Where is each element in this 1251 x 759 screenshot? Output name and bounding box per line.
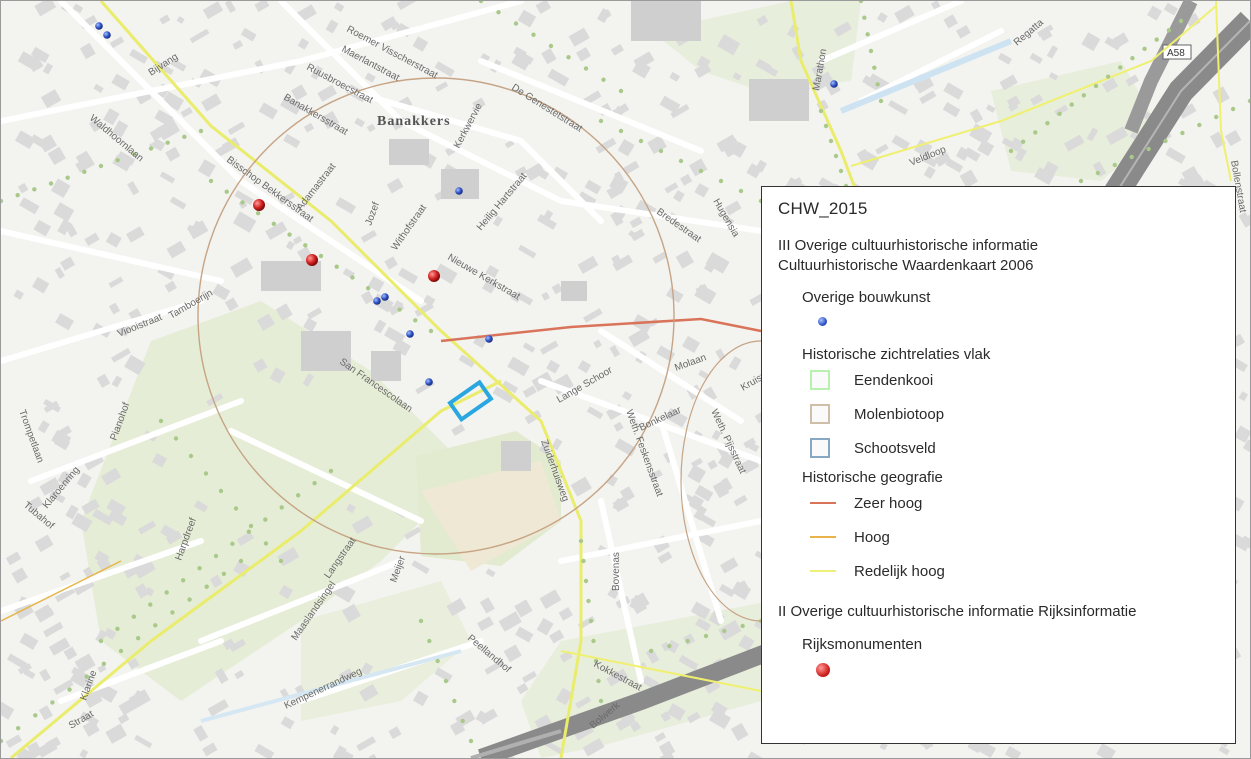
overige-bouwkunst-marker[interactable] [95, 22, 103, 30]
legend-rijksmonumenten-label: Rijksmonumenten [802, 636, 923, 653]
blue-dot-icon [818, 316, 827, 326]
legend-row-label: Zeer hoog [854, 494, 923, 512]
legend-historische-geografie-label: Historische geografie [802, 469, 943, 486]
rijksmonument-marker[interactable] [306, 254, 318, 266]
street-label: Kerkwervie [452, 101, 485, 150]
map-frame[interactable]: A58 Banakkers Bijvang Waldhoornlaan Roem… [0, 0, 1251, 759]
overige-bouwkunst-marker[interactable] [830, 80, 838, 88]
street-label: Bisschop Bekkersstraat [224, 155, 315, 225]
line-swatch-icon [810, 502, 836, 504]
legend-group-1-line-1: III Overige cultuurhistorische informati… [778, 237, 1039, 254]
road-shield-a58: A58 [1167, 48, 1185, 59]
overige-bouwkunst-marker[interactable] [381, 293, 389, 301]
fill-swatch-icon [810, 404, 830, 424]
fill-swatch-icon [810, 370, 830, 390]
overige-bouwkunst-marker[interactable] [103, 31, 111, 39]
legend-group-1-line-2: Cultuurhistorische Waardenkaart 2006 [778, 257, 1034, 274]
line-swatch-icon [810, 570, 836, 572]
line-swatch-icon [810, 536, 836, 538]
street-label: Molaan [673, 352, 708, 374]
legend-panel: CHW_2015 III Overige cultuurhistorische … [761, 186, 1236, 744]
street-label: Tamboerijn [167, 288, 215, 322]
street-label: Jozef [363, 201, 382, 227]
overige-bouwkunst-marker[interactable] [425, 378, 433, 386]
legend-overige-bouwkunst-label: Overige bouwkunst [802, 289, 931, 306]
legend-row-label: Molenbiotoop [854, 405, 945, 423]
rijksmonument-marker[interactable] [428, 270, 440, 282]
street-label: Withofstraat [389, 203, 429, 253]
overige-bouwkunst-marker[interactable] [373, 297, 381, 305]
fill-swatch-icon [810, 438, 830, 458]
overige-bouwkunst-marker[interactable] [455, 187, 463, 195]
legend-rijksmonumenten-symbol [816, 659, 1219, 681]
district-label: Banakkers [377, 114, 451, 129]
legend-row-zeer-hoog: Zeer hoog [810, 486, 1219, 520]
street-label: Bovenas [611, 552, 622, 591]
street-label: Meijer [388, 554, 408, 584]
legend-group-2: II Overige cultuurhistorische informatie… [778, 603, 1137, 620]
street-label: Heilig Hartstraat [475, 171, 530, 233]
red-dot-icon [816, 663, 830, 677]
legend-row-label: Schootsveld [854, 439, 936, 457]
rijksmonument-marker[interactable] [253, 199, 265, 211]
street-label: Trompetlaan [16, 408, 45, 464]
selected-parcel-outline[interactable] [447, 379, 494, 423]
legend-row-eendenkooi: Eendenkooi [810, 363, 1219, 397]
overige-bouwkunst-marker[interactable] [485, 335, 493, 343]
overige-bouwkunst-marker[interactable] [406, 330, 414, 338]
legend-title: CHW_2015 [778, 199, 868, 218]
street-label: Nieuwe Kerkstraat [446, 252, 522, 302]
legend-row-label: Hoog [854, 528, 890, 546]
legend-row-molenbiotoop: Molenbiotoop [810, 397, 1219, 431]
legend-row-schootsveld: Schootsveld [810, 431, 1219, 465]
legend-row-label: Eendenkooi [854, 371, 934, 389]
legend-row-hoog: Hoog [810, 520, 1219, 554]
legend-overige-bouwkunst-symbol [818, 310, 1219, 332]
legend-row-redelijk-hoog: Redelijk hoog [810, 554, 1219, 588]
street-label: Adamastraat [295, 161, 339, 213]
legend-row-label: Redelijk hoog [854, 562, 945, 580]
legend-zichtrelaties-label: Historische zichtrelaties vlak [802, 346, 991, 363]
